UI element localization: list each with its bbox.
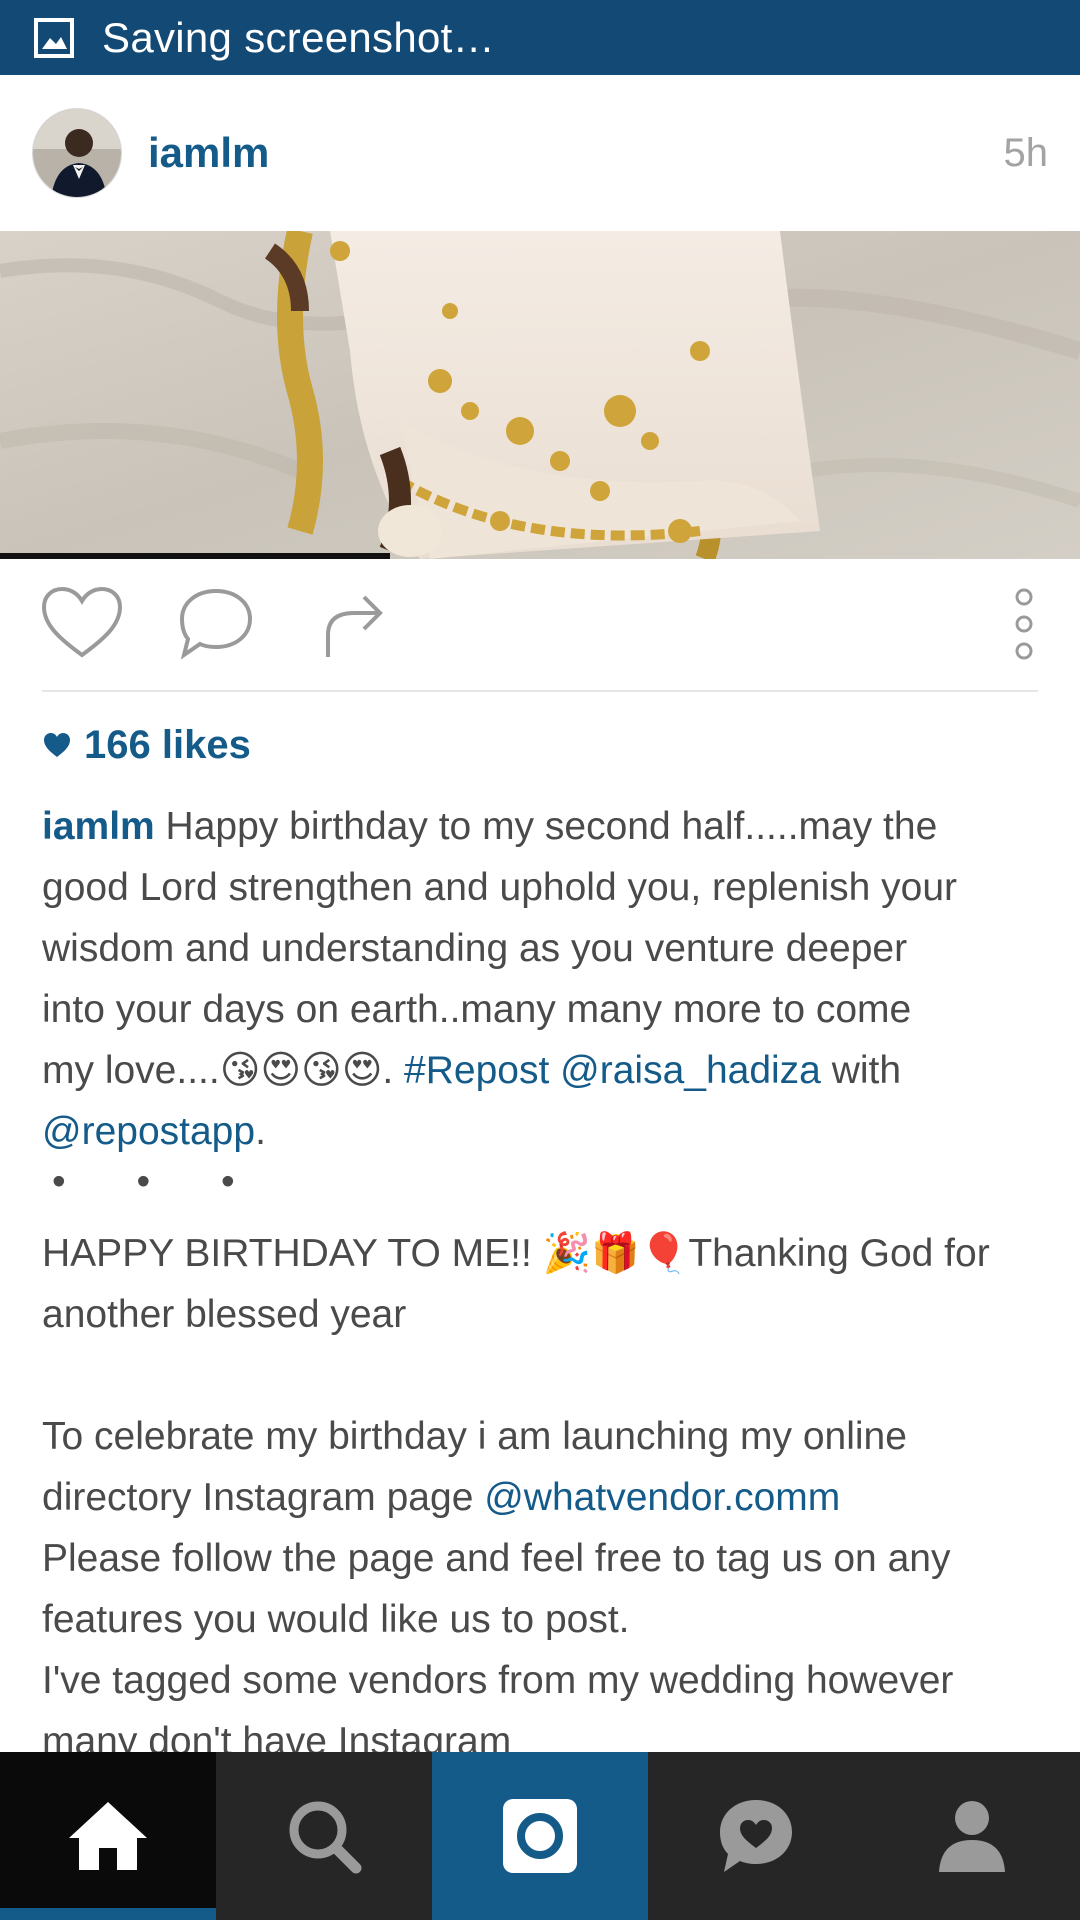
- nav-home[interactable]: [0, 1752, 216, 1920]
- nav-activity[interactable]: [648, 1752, 864, 1920]
- caption-text: .: [255, 1110, 266, 1153]
- profile-icon: [939, 1801, 1005, 1872]
- caption-dots: • • •: [52, 1160, 265, 1203]
- caption-emoji: 😘😍😘😍: [219, 1049, 383, 1092]
- home-icon: [69, 1802, 147, 1870]
- caption-text: directory Instagram page: [42, 1476, 485, 1519]
- mention-link[interactable]: @raisa_hadiza: [560, 1049, 821, 1092]
- avatar[interactable]: [32, 108, 122, 198]
- nav-search[interactable]: [216, 1752, 432, 1920]
- caption-text: my love....: [42, 1049, 220, 1092]
- caption-line: my love....😘😍😘😍. #Repost @raisa_hadiza w…: [42, 1040, 1042, 1101]
- more-vertical-icon[interactable]: [1012, 585, 1036, 665]
- comment-bubble-icon[interactable]: [176, 585, 256, 661]
- camera-icon: [503, 1799, 577, 1873]
- caption-line: another blessed year: [42, 1293, 407, 1336]
- nav-profile[interactable]: [864, 1752, 1080, 1920]
- caption-emoji: 🎉🎁🎈: [542, 1232, 689, 1275]
- heart-outline-icon[interactable]: [40, 585, 124, 661]
- caption-line: good Lord strengthen and uphold you, rep…: [42, 866, 957, 909]
- mention-link[interactable]: @repostapp: [42, 1110, 255, 1153]
- post-username[interactable]: iamlm: [148, 129, 269, 177]
- caption-line: HAPPY BIRTHDAY TO ME!! 🎉🎁🎈Thanking God f…: [42, 1223, 1042, 1284]
- likes-label: 166 likes: [84, 722, 251, 767]
- actions-divider: [42, 690, 1038, 692]
- image-icon: [34, 17, 74, 58]
- nav-camera[interactable]: [432, 1752, 648, 1920]
- media-progress-bar: [0, 553, 390, 559]
- caption-line: @repostapp.: [42, 1101, 1042, 1162]
- mention-link[interactable]: @whatvendor.comm: [484, 1476, 840, 1519]
- status-bar: Saving screenshot…: [0, 0, 1080, 75]
- caption-line: Please follow the page and feel free to …: [42, 1537, 951, 1580]
- post-photo[interactable]: [0, 231, 1080, 559]
- caption-line: I've tagged some vendors from my wedding…: [42, 1659, 954, 1702]
- screen: Saving screenshot… iamlm 5h 166 likes ia…: [0, 0, 1080, 1920]
- search-icon: [289, 1801, 362, 1874]
- caption-text: HAPPY BIRTHDAY TO ME!!: [42, 1232, 543, 1275]
- caption-line: features you would like us to post.: [42, 1598, 630, 1641]
- caption-username[interactable]: iamlm: [42, 805, 155, 848]
- caption-line: wisdom and understanding as you venture …: [42, 927, 908, 970]
- post-actions: [0, 575, 1080, 675]
- caption-text: .: [382, 1049, 405, 1092]
- hashtag-link[interactable]: #Repost: [404, 1049, 549, 1092]
- heart-filled-icon: [44, 733, 70, 757]
- caption-line: To celebrate my birthday i am launching …: [42, 1415, 907, 1458]
- bottom-nav: [0, 1752, 1080, 1920]
- caption-text: with: [820, 1049, 902, 1092]
- post-header: iamlm 5h: [0, 75, 1080, 231]
- post-time: 5h: [1003, 130, 1049, 175]
- caption-text: Happy birthday to my second half.....may…: [154, 805, 938, 848]
- likes-count[interactable]: 166 likes: [42, 720, 251, 770]
- share-arrow-icon[interactable]: [320, 585, 388, 661]
- caption-text: Thanking God for: [688, 1232, 990, 1275]
- caption-line: directory Instagram page @whatvendor.com…: [42, 1467, 1042, 1528]
- caption-line: into your days on earth..many many more …: [42, 988, 912, 1031]
- status-text: Saving screenshot…: [102, 13, 495, 61]
- post-caption: iamlm Happy birthday to my second half..…: [42, 796, 1042, 1772]
- caption-line: iamlm Happy birthday to my second half..…: [42, 796, 1042, 857]
- activity-heart-icon: [720, 1800, 792, 1872]
